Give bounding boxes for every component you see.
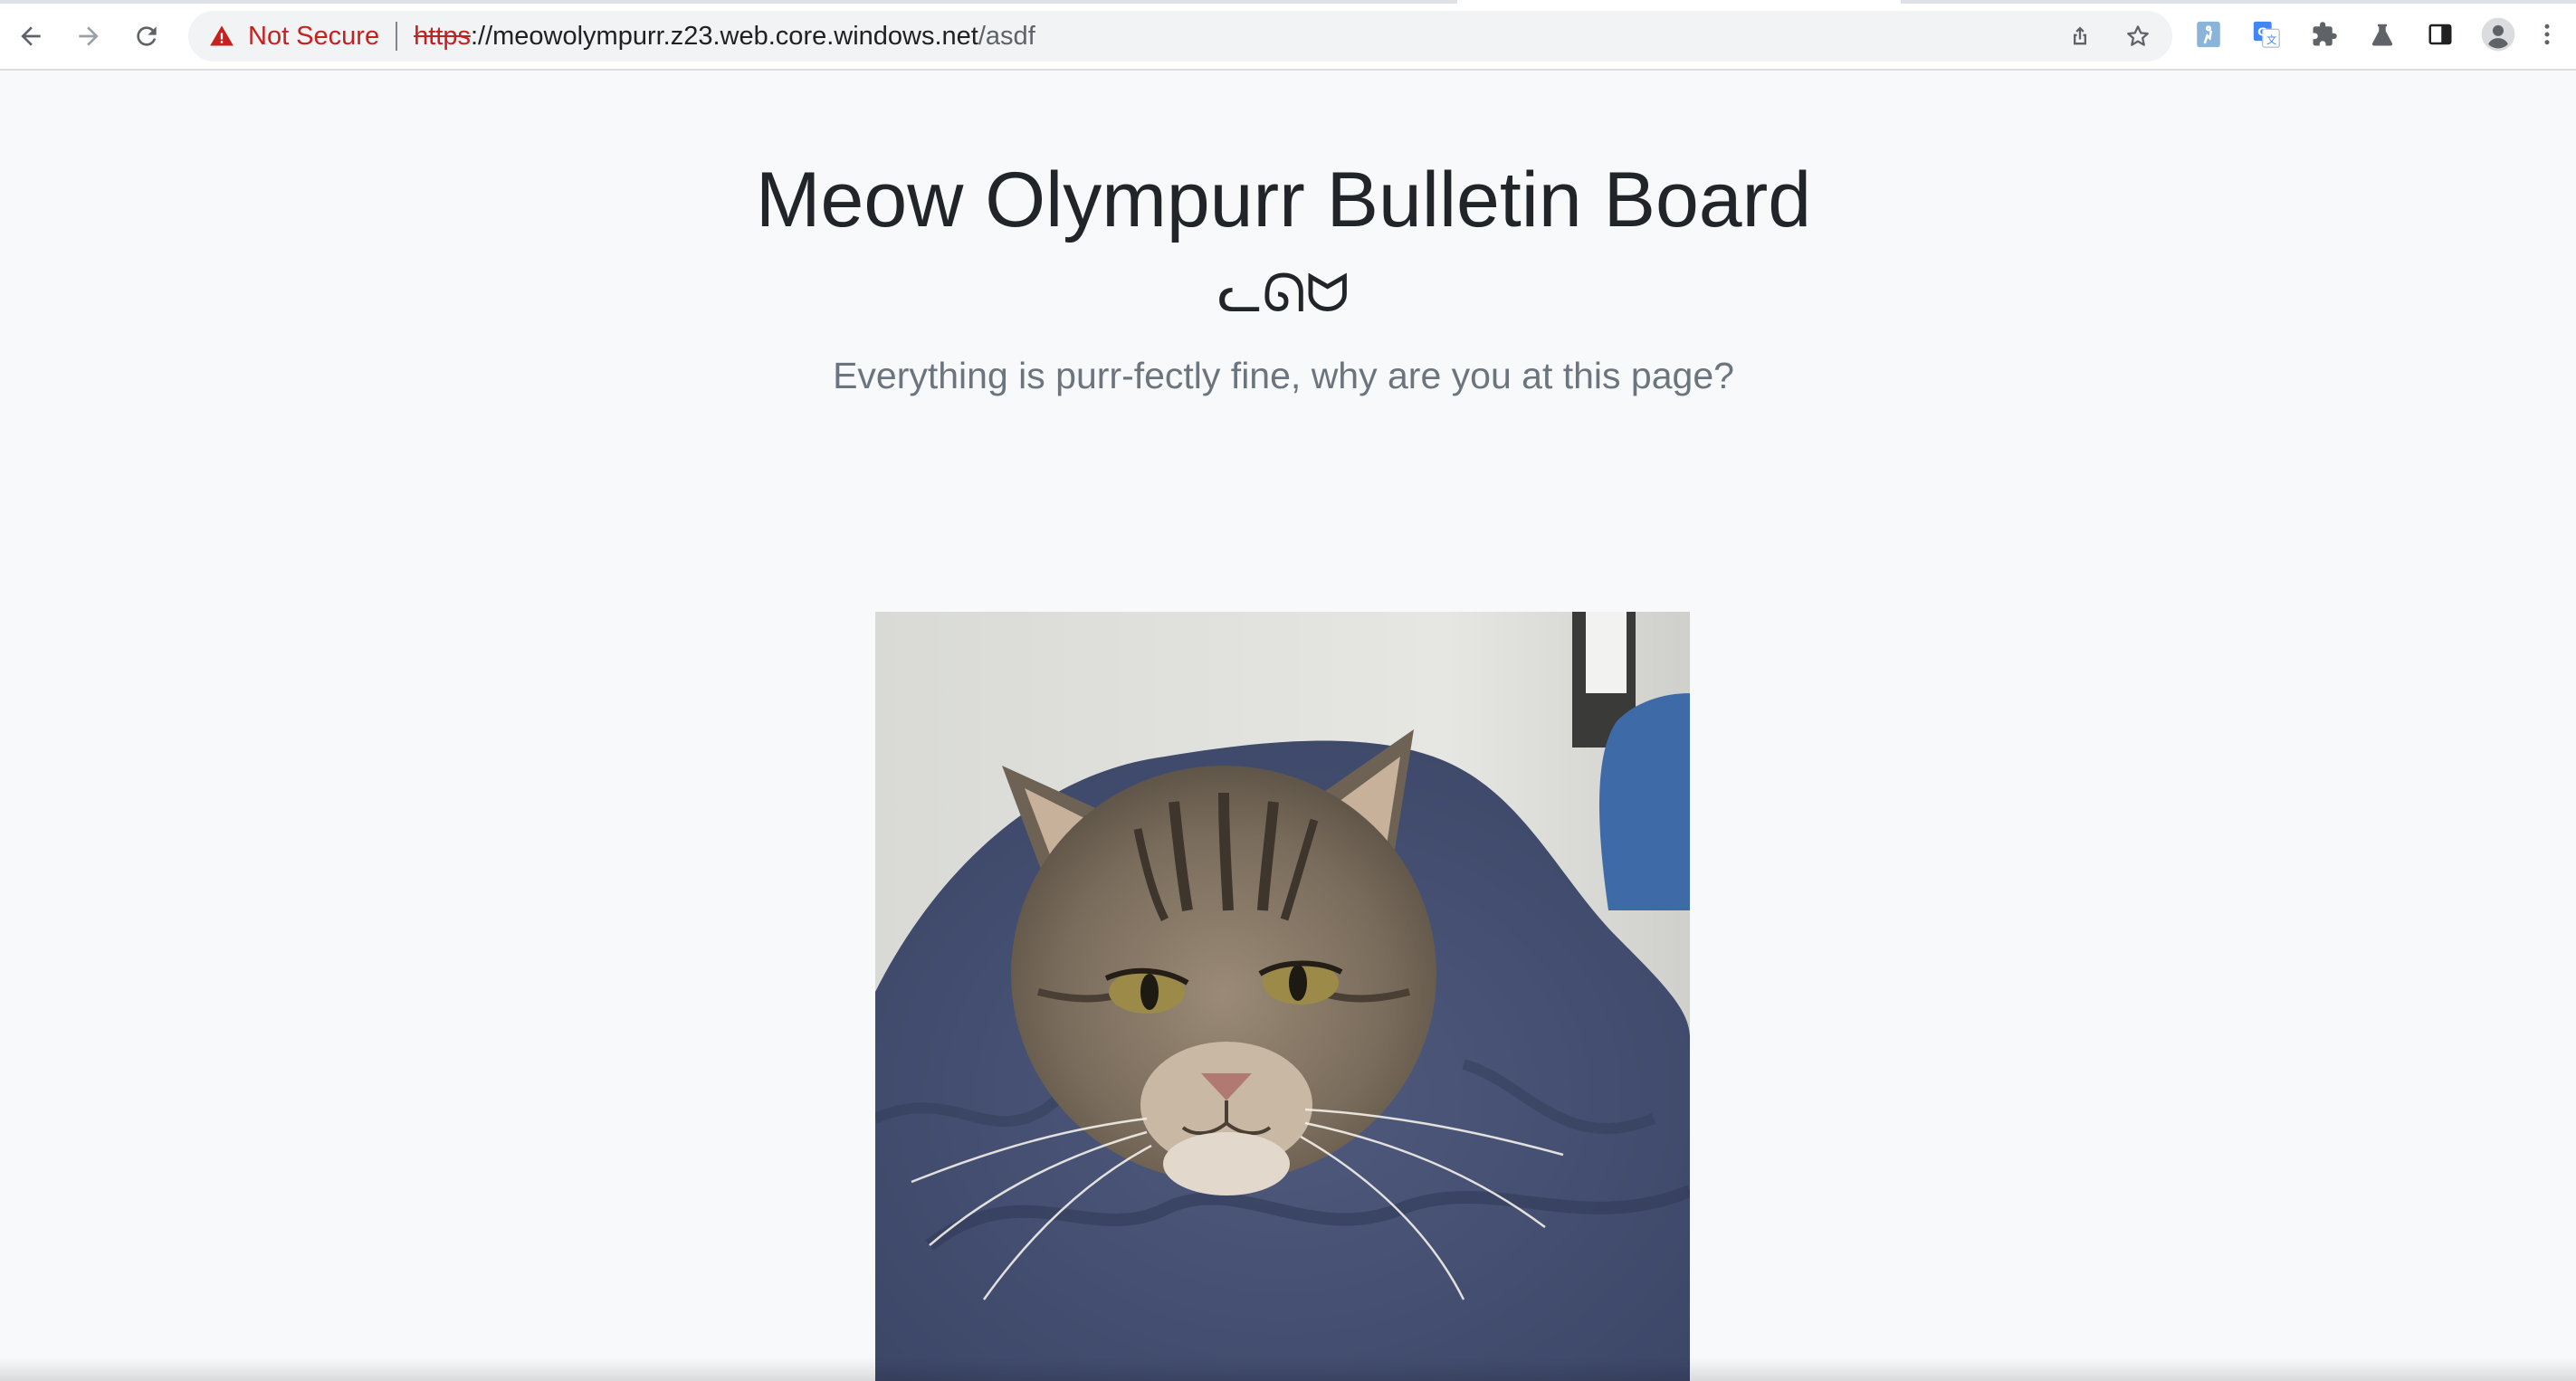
tab-strip: [0, 0, 2576, 4]
url-text[interactable]: https://meowolympurr.z23.web.core.window…: [414, 22, 1035, 52]
cat-kaomoji: ᓚᘏᗢ: [1217, 262, 1350, 324]
back-arrow-icon[interactable]: [11, 16, 51, 56]
url-separator: ://: [470, 21, 493, 51]
omnibox-actions: [2060, 16, 2158, 56]
warning-triangle-icon[interactable]: [208, 23, 235, 50]
url-path: /asdf: [978, 21, 1035, 51]
svg-text:文: 文: [2266, 33, 2276, 46]
translate-icon[interactable]: G文: [2247, 13, 2286, 56]
svg-text:G: G: [2257, 25, 2266, 39]
page-bottom-shadow: [0, 1357, 2576, 1381]
puzzle-icon[interactable]: [2304, 13, 2344, 56]
page-title: Meow Olympurr Bulletin Board: [755, 157, 1812, 243]
profile-avatar-icon[interactable]: [2478, 13, 2518, 56]
reload-icon[interactable]: [127, 16, 167, 56]
extension-icon[interactable]: [2189, 13, 2228, 56]
star-icon[interactable]: [2118, 16, 2158, 56]
page-subtitle: Everything is purr-fectly fine, why are …: [833, 355, 1734, 396]
cat-photo-illustration: [875, 612, 1690, 1381]
flask-icon[interactable]: [2362, 13, 2402, 56]
browser-toolbar: Not Secure https://meowolympurr.z23.web.…: [0, 0, 2576, 71]
cat-photo: [875, 612, 1690, 1381]
kebab-menu-icon[interactable]: [2536, 13, 2558, 56]
forward-arrow-icon[interactable]: [69, 16, 109, 56]
url-host: meowolympurr.z23.web.core.windows.net: [492, 21, 978, 51]
share-icon[interactable]: [2060, 16, 2100, 56]
toolbar-actions: G文: [2189, 13, 2558, 56]
security-status-label[interactable]: Not Secure: [248, 22, 379, 52]
side-panel-icon[interactable]: [2420, 13, 2460, 56]
omnibox-divider: [396, 22, 398, 51]
page-body: Meow Olympurr Bulletin Board ᓚᘏᗢ Everyth…: [0, 72, 2576, 1381]
active-tab-edge[interactable]: [1457, 0, 1901, 4]
url-scheme: https: [414, 21, 471, 51]
address-bar[interactable]: Not Secure https://meowolympurr.z23.web.…: [188, 11, 2172, 62]
